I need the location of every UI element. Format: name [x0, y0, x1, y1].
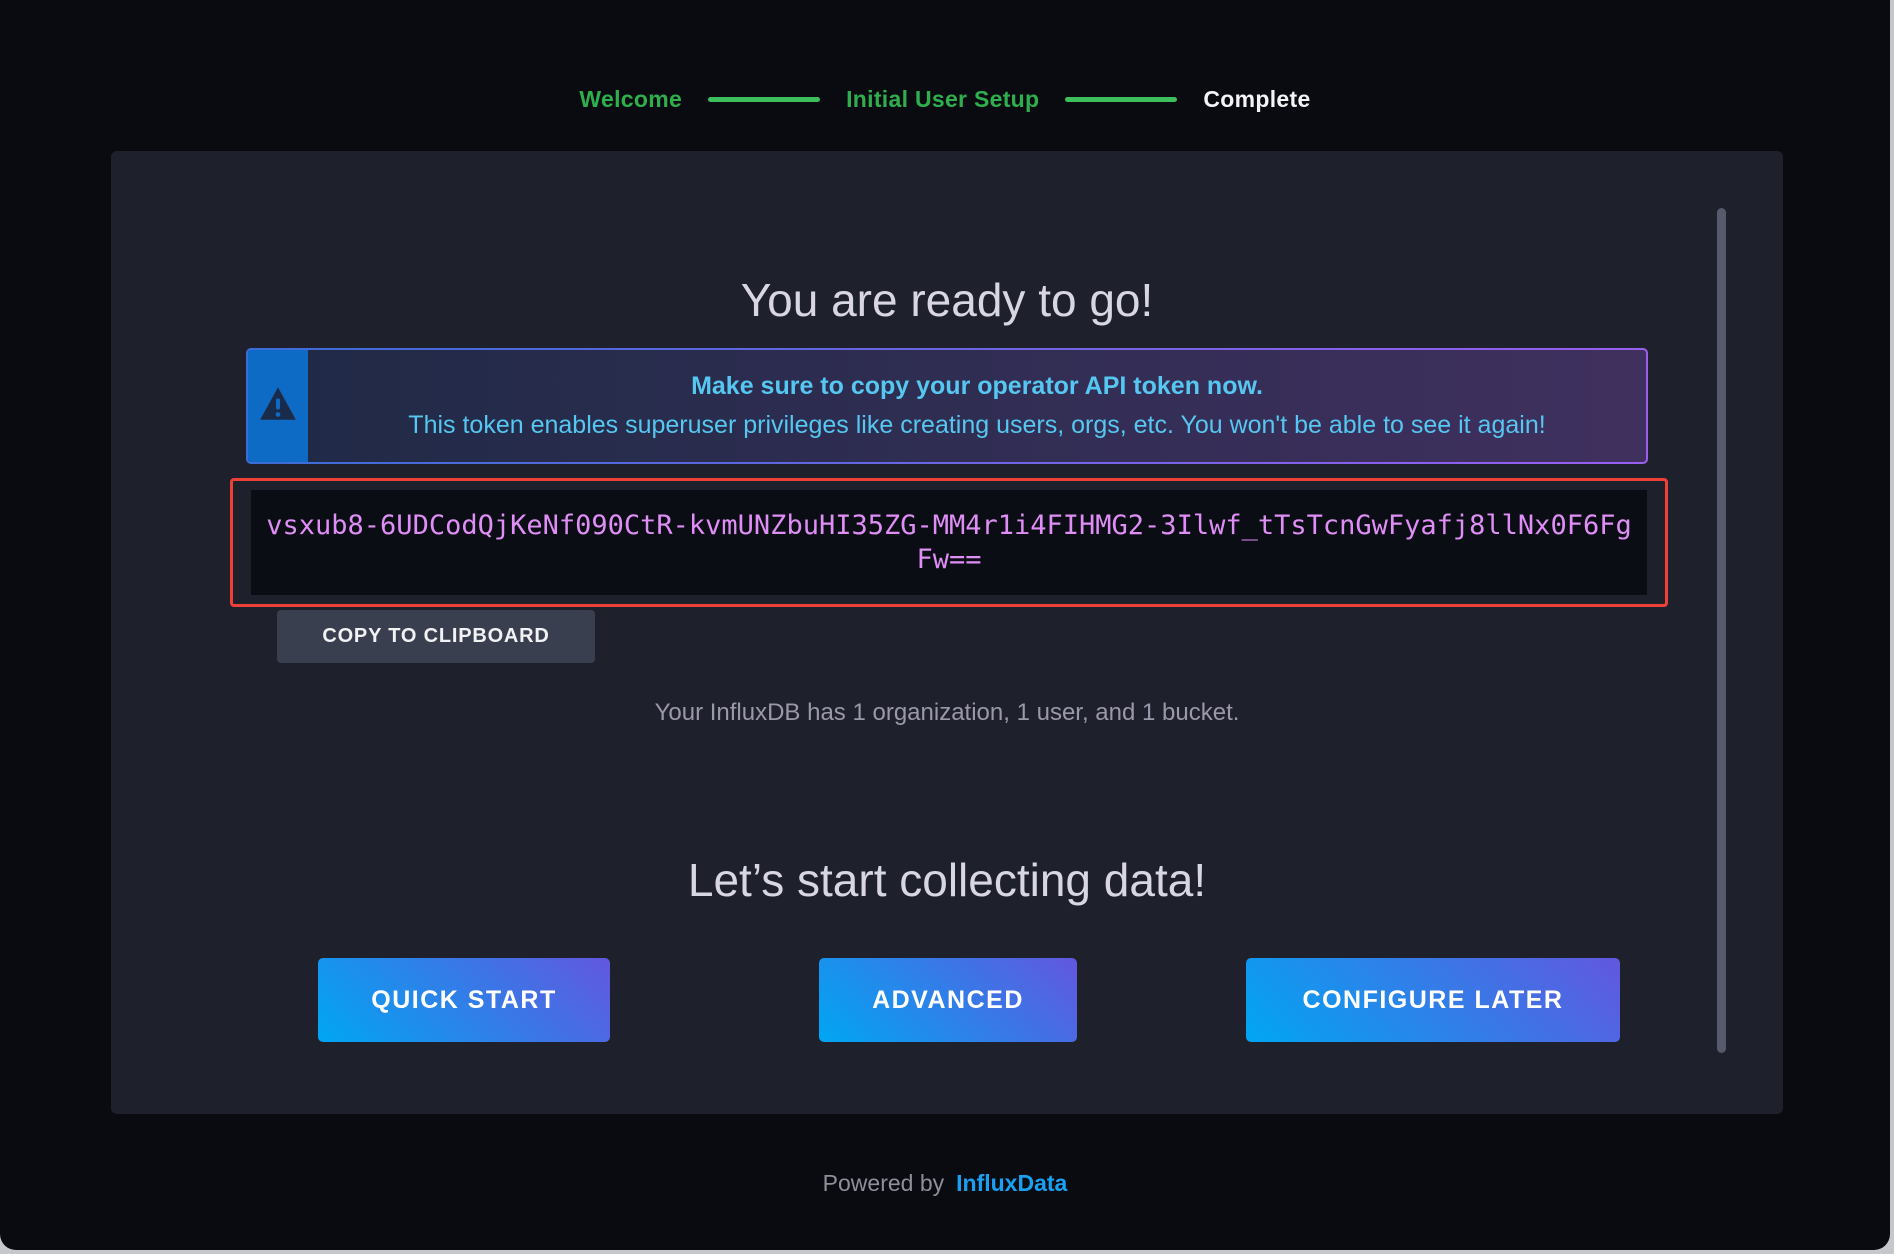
setup-wizard-screen: Welcome Initial User Setup Complete You …: [0, 0, 1890, 1250]
card-scrollbar-thumb[interactable]: [1717, 208, 1726, 1053]
warning-icon-box: [248, 350, 308, 462]
configure-later-button[interactable]: CONFIGURE LATER: [1246, 958, 1620, 1042]
warning-banner-body: Make sure to copy your operator API toke…: [248, 350, 1646, 462]
api-token-box: vsxub8-6UDCodQjKeNf090CtR-kvmUNZbuHI35ZG…: [251, 490, 1647, 595]
step-complete: Complete: [1203, 86, 1310, 113]
advanced-button[interactable]: ADVANCED: [819, 958, 1077, 1042]
powered-by-label: Powered by: [823, 1170, 944, 1197]
warning-triangle-icon: [259, 386, 297, 427]
step-initial-user-setup: Initial User Setup: [846, 86, 1039, 113]
influxdata-brand-link[interactable]: InfluxData: [956, 1170, 1067, 1197]
step-welcome: Welcome: [579, 86, 682, 113]
footer: Powered by InfluxData: [0, 1170, 1890, 1197]
quick-start-button[interactable]: QUICK START: [318, 958, 610, 1042]
step-connector-line: [708, 97, 820, 102]
api-token-warning-banner: Make sure to copy your operator API toke…: [246, 348, 1648, 464]
step-connector-line: [1065, 97, 1177, 102]
warning-body-text: This token enables superuser privileges …: [308, 406, 1646, 445]
api-token-line2: Fw==: [916, 543, 981, 577]
ready-title: You are ready to go!: [111, 273, 1783, 327]
copy-to-clipboard-button[interactable]: COPY TO CLIPBOARD: [277, 610, 595, 663]
token-highlight-annotation: vsxub8-6UDCodQjKeNf090CtR-kvmUNZbuHI35ZG…: [230, 478, 1668, 607]
api-token-line1: vsxub8-6UDCodQjKeNf090CtR-kvmUNZbuHI35ZG…: [266, 509, 1631, 543]
instance-summary-text: Your InfluxDB has 1 organization, 1 user…: [111, 699, 1783, 727]
collect-data-title: Let’s start collecting data!: [111, 853, 1783, 907]
warning-title: Make sure to copy your operator API toke…: [308, 367, 1646, 406]
wizard-card: You are ready to go! Make sure to copy y…: [111, 151, 1783, 1114]
wizard-stepper: Welcome Initial User Setup Complete: [0, 86, 1890, 113]
